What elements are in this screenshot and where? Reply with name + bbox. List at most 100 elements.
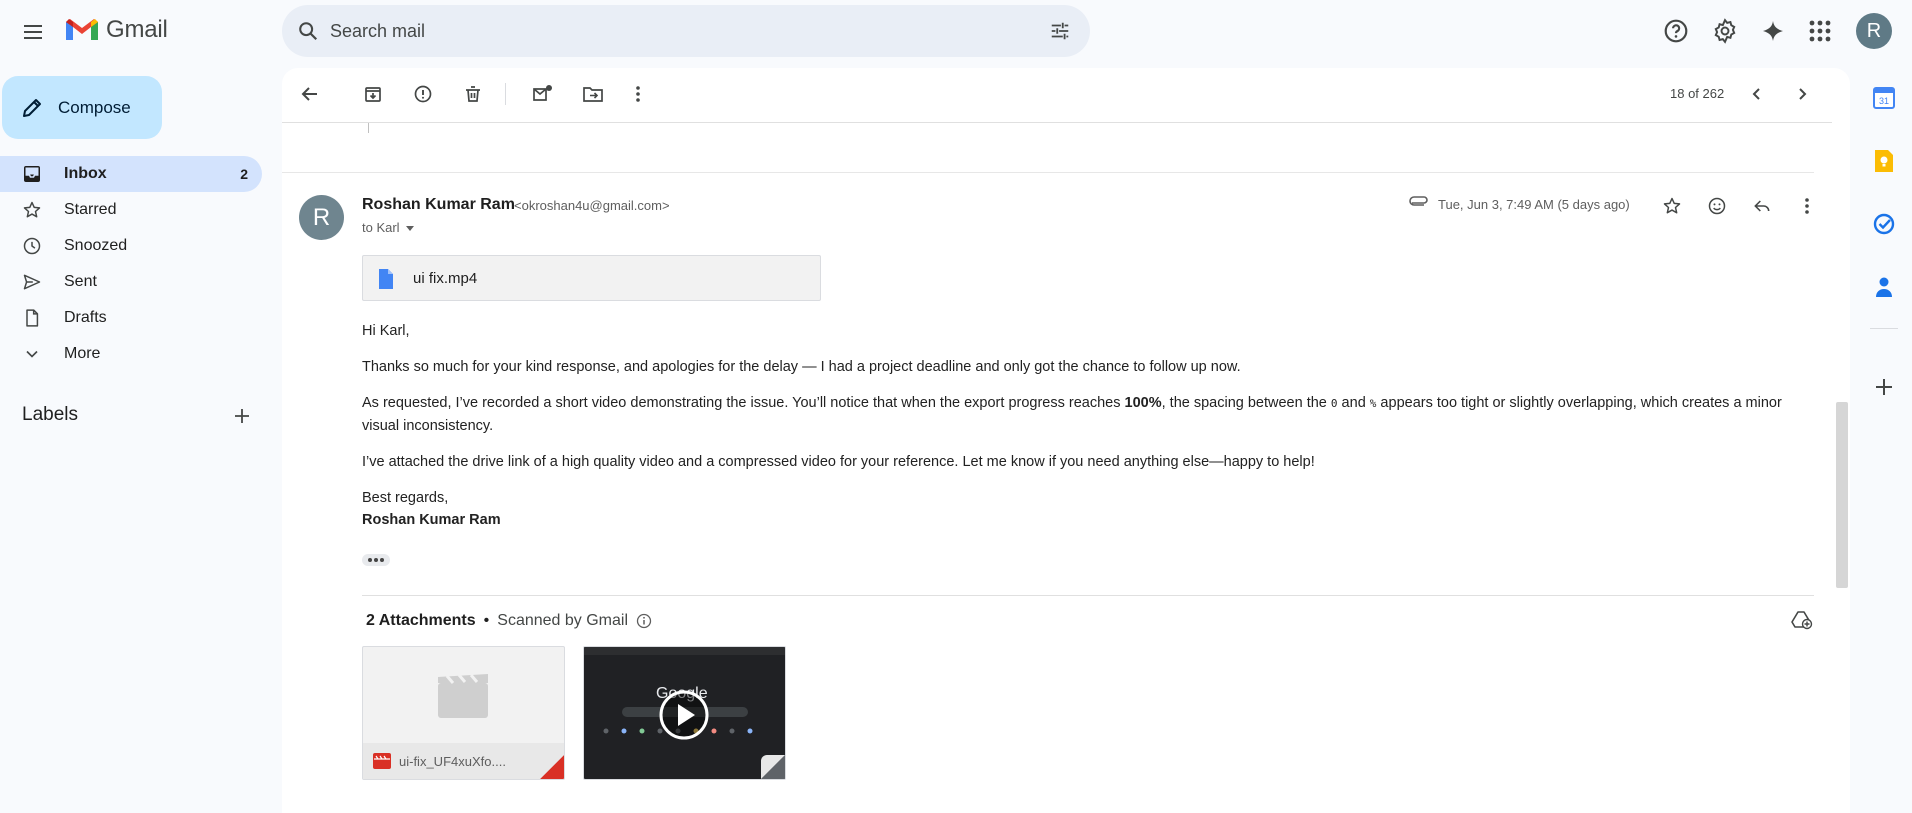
sidebar-item-label: Drafts xyxy=(64,309,107,326)
greeting: Hi Karl, xyxy=(362,323,410,339)
apps-grid-icon[interactable] xyxy=(1800,11,1840,51)
account-avatar[interactable]: R xyxy=(1856,13,1892,49)
calendar-icon[interactable]: 31 xyxy=(1866,80,1902,116)
compose-label: Compose xyxy=(58,97,131,117)
main-menu-icon[interactable] xyxy=(13,12,53,52)
gmail-m-icon xyxy=(66,19,98,40)
sign-off: Best regards, xyxy=(362,490,449,506)
compose-button[interactable]: Compose xyxy=(2,76,162,139)
sidebar-item-label: Sent xyxy=(64,273,97,290)
paperclip-icon xyxy=(1409,196,1428,206)
video-clapper-icon xyxy=(438,674,488,718)
sender-avatar[interactable]: R xyxy=(299,195,344,240)
thread-connector xyxy=(368,123,369,133)
show-trimmed-content-button[interactable] xyxy=(362,554,390,566)
back-arrow-icon[interactable] xyxy=(290,74,330,114)
help-icon[interactable] xyxy=(1656,11,1696,51)
sidebar-item-inbox[interactable]: Inbox 2 xyxy=(0,156,262,192)
video-preview-browser-bar xyxy=(584,647,785,655)
scanned-label: Scanned by Gmail xyxy=(497,612,628,629)
sidebar-item-drafts[interactable]: Drafts xyxy=(0,300,262,336)
document-file-icon xyxy=(379,269,393,289)
delete-trash-icon[interactable] xyxy=(453,74,493,114)
clock-icon xyxy=(23,237,41,255)
message-divider-line xyxy=(282,172,1814,173)
sidebar-item-label: Snoozed xyxy=(64,237,128,254)
add-to-drive-icon[interactable] xyxy=(1782,600,1822,640)
search-input[interactable] xyxy=(330,5,1010,57)
reply-icon[interactable] xyxy=(1742,186,1782,226)
attachments-count: 2 Attachments xyxy=(366,612,476,629)
attachments-header: 2 Attachments • Scanned by Gmail xyxy=(366,612,652,630)
inbox-icon xyxy=(24,166,40,182)
attachments-separator: • xyxy=(483,612,490,629)
pencil-icon xyxy=(23,98,41,117)
sidebar-item-label: More xyxy=(64,345,101,362)
previous-message-icon[interactable] xyxy=(1737,74,1777,114)
gmail-logo-text: Gmail xyxy=(106,16,168,43)
sender-name[interactable]: Roshan Kumar Ram xyxy=(362,196,515,214)
archive-icon[interactable] xyxy=(353,74,393,114)
message-scrollbar[interactable] xyxy=(1836,402,1848,588)
toolbar-divider xyxy=(505,83,506,105)
signature-name: Roshan Kumar Ram xyxy=(362,512,501,528)
star-message-icon[interactable] xyxy=(1652,186,1692,226)
toolbar-divider-line xyxy=(282,122,1832,123)
add-reaction-emoji-icon[interactable] xyxy=(1697,186,1737,226)
message-date: Tue, Jun 3, 7:49 AM (5 days ago) xyxy=(1438,197,1630,212)
sidebar-item-sent[interactable]: Sent xyxy=(0,264,262,300)
more-options-icon[interactable] xyxy=(618,74,658,114)
contacts-icon[interactable] xyxy=(1866,269,1902,305)
move-to-folder-icon[interactable] xyxy=(573,74,613,114)
svg-text:31: 31 xyxy=(1879,96,1889,106)
attachments-divider xyxy=(362,595,1814,596)
message-more-options-icon[interactable] xyxy=(1787,186,1827,226)
chevron-down-icon xyxy=(26,350,38,358)
recipient-details-dropdown-icon[interactable] xyxy=(404,222,416,234)
keep-notes-icon[interactable] xyxy=(1866,143,1902,179)
sidebar-item-snoozed[interactable]: Snoozed xyxy=(0,228,262,264)
message-panel: 18 of 262 R Roshan Kumar Ram <okroshan4u… xyxy=(282,68,1850,813)
report-spam-icon[interactable] xyxy=(403,74,443,114)
attachment-file-name: ui-fix_UF4xuXfo.... xyxy=(399,753,506,769)
inline-attachment-chip[interactable]: ui fix.mp4 xyxy=(362,255,821,301)
labels-heading: Labels xyxy=(22,404,78,425)
settings-gear-icon[interactable] xyxy=(1705,11,1745,51)
search-icon[interactable] xyxy=(288,11,328,51)
sidebar-item-more[interactable]: More xyxy=(0,336,262,372)
search-bar[interactable] xyxy=(282,5,1090,57)
body-paragraph-2: As requested, I’ve recorded a short vide… xyxy=(362,395,1782,434)
sidebar-item-label: Starred xyxy=(64,201,117,218)
attachment-thumbnail-video[interactable]: Google xyxy=(583,646,786,780)
side-panel-rail: 31 xyxy=(1856,68,1912,813)
play-icon[interactable] xyxy=(658,689,710,741)
send-icon xyxy=(23,274,41,290)
message-pager: 18 of 262 xyxy=(1670,86,1725,101)
body-paragraph-1: Thanks so much for your kind response, a… xyxy=(362,359,1241,375)
next-message-icon[interactable] xyxy=(1782,74,1822,114)
draft-icon xyxy=(26,309,39,327)
page-curl-corner xyxy=(761,755,785,779)
video-file-icon xyxy=(373,753,391,769)
attachment-thumbnail-file[interactable]: ui-fix_UF4xuXfo.... xyxy=(362,646,565,780)
recipient-text: to Karl xyxy=(362,220,400,235)
star-icon xyxy=(23,201,41,218)
gmail-logo[interactable]: Gmail xyxy=(64,16,168,44)
unread-count: 2 xyxy=(240,166,248,182)
gemini-sparkle-icon[interactable] xyxy=(1753,11,1793,51)
info-icon[interactable] xyxy=(636,613,652,629)
message-body: Hi Karl, Thanks so much for your kind re… xyxy=(362,320,1812,531)
sender-email: <okroshan4u@gmail.com> xyxy=(514,198,670,213)
search-options-icon[interactable] xyxy=(1040,11,1080,51)
top-bar: Gmail R xyxy=(0,0,1912,64)
recipient-line[interactable]: to Karl xyxy=(362,220,416,235)
body-paragraph-3: I’ve attached the drive link of a high q… xyxy=(362,454,1315,470)
page-curl-corner xyxy=(540,755,564,779)
add-label-icon[interactable] xyxy=(222,396,262,436)
mark-unread-icon[interactable] xyxy=(523,74,563,114)
tasks-icon[interactable] xyxy=(1866,206,1902,242)
message-toolbar: 18 of 262 xyxy=(282,68,1832,120)
inline-attachment-name: ui fix.mp4 xyxy=(413,269,478,287)
get-addons-plus-icon[interactable] xyxy=(1866,369,1902,405)
sidebar-item-starred[interactable]: Starred xyxy=(0,192,262,228)
